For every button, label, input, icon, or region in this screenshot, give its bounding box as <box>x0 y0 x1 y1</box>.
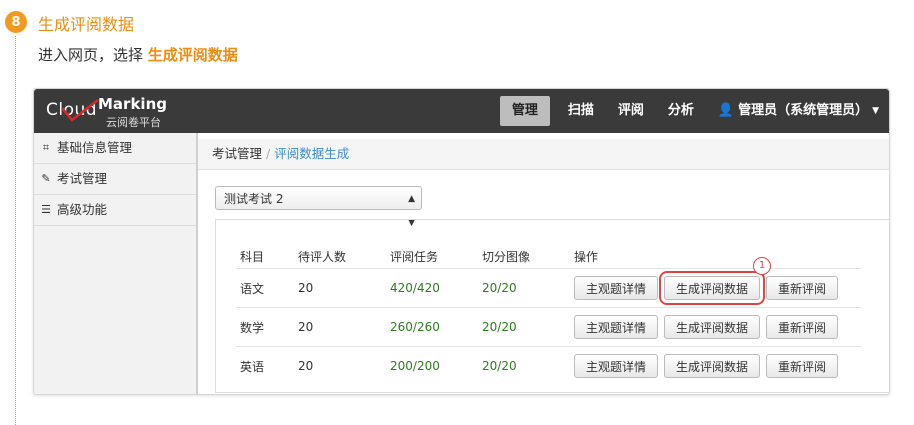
sidebar-item-advanced[interactable]: ☰ 高级功能 <box>34 195 196 226</box>
table-row: 语文 20 420/420 20/20 主观题详情 生成评阅数据 1 重新评阅 <box>236 257 861 308</box>
app-window: Cloud Marking 云阅卷平台 管理 扫描 评阅 分析 👤 管理员（系统… <box>33 88 890 395</box>
sitemap-icon: ⌗ <box>42 141 50 154</box>
sidebar-item-exam-management[interactable]: ✎ 考试管理 <box>34 164 196 195</box>
sidebar-item-basic-info[interactable]: ⌗ 基础信息管理 <box>34 133 196 164</box>
step-title: 生成评阅数据 <box>38 15 135 34</box>
pending-cell: 20 <box>294 268 386 308</box>
sidebar-item-label: 高级功能 <box>57 202 108 217</box>
brand-marking-text: Marking <box>98 95 167 113</box>
brand-logo[interactable]: Cloud Marking 云阅卷平台 <box>46 94 186 129</box>
column-header: 科目 <box>240 249 265 264</box>
images-cell: 20/20 <box>478 307 570 347</box>
step-description-highlight: 生成评阅数据 <box>147 46 238 64</box>
subjective-details-button[interactable]: 主观题详情 <box>574 354 659 378</box>
sidebar-item-label: 考试管理 <box>57 171 108 186</box>
subjective-details-button[interactable]: 主观题详情 <box>574 315 659 339</box>
brand-subtitle: 云阅卷平台 <box>106 116 161 129</box>
checkmark-icon <box>61 99 99 122</box>
column-header: 操作 <box>574 249 599 264</box>
nav-item-manage[interactable]: 管理 <box>499 96 550 126</box>
pending-cell: 20 <box>294 307 386 347</box>
table-row: 数学 20 260/260 20/20 主观题详情 生成评阅数据 重新评阅 <box>236 307 861 347</box>
breadcrumb-current: 评阅数据生成 <box>274 146 350 161</box>
column-header: 切分图像 <box>482 249 531 264</box>
breadcrumb-parent[interactable]: 考试管理 <box>212 146 262 161</box>
breadcrumb: 考试管理 / 评阅数据生成 <box>198 139 889 170</box>
nav-item-review[interactable]: 评阅 <box>606 89 656 133</box>
actions-cell: 主观题详情 生成评阅数据 1 重新评阅 <box>570 257 861 308</box>
subject-panel: 科目 待评人数 评阅任务 切分图像 操作 语文 20 420/420 20/20 <box>215 219 889 393</box>
user-menu[interactable]: 👤 管理员（系统管理员） ▼ <box>706 89 889 133</box>
caret-down-icon: ▼ <box>872 106 879 116</box>
subject-table: 科目 待评人数 评阅任务 切分图像 操作 语文 20 420/420 20/20 <box>236 244 861 385</box>
tasks-cell: 260/260 <box>386 307 478 347</box>
images-cell: 20/20 <box>478 268 570 308</box>
user-icon: 👤 <box>717 103 735 118</box>
step-guide-line <box>15 36 16 425</box>
column-header: 待评人数 <box>298 249 347 264</box>
re-review-button[interactable]: 重新评阅 <box>766 276 839 300</box>
exam-select-value: 测试考试 2 <box>224 192 284 206</box>
callout-marker: 1 <box>753 257 772 275</box>
actions-cell: 主观题详情 生成评阅数据 重新评阅 <box>570 307 861 347</box>
subject-cell: 数学 <box>236 307 294 347</box>
pending-cell: 20 <box>294 346 386 385</box>
generate-review-data-button[interactable]: 生成评阅数据 <box>664 354 761 378</box>
subjective-details-button[interactable]: 主观题详情 <box>574 276 659 300</box>
generate-review-data-label: 生成评阅数据 <box>676 282 749 296</box>
step-number-badge: 8 <box>5 11 27 33</box>
subject-cell: 语文 <box>236 268 294 308</box>
generate-review-data-button[interactable]: 生成评阅数据 <box>664 315 761 339</box>
nav-item-scan[interactable]: 扫描 <box>556 89 606 133</box>
user-name: 管理员（系统管理员） <box>738 103 869 118</box>
main-content: 考试管理 / 评阅数据生成 测试考试 2 ▲ ▼ 科目 待评人数 评阅任务 切分图像 … <box>198 133 889 394</box>
tasks-cell: 200/200 <box>386 346 478 385</box>
sidebar-item-label: 基础信息管理 <box>57 140 133 155</box>
step-description-text: 进入网页，选择 <box>38 46 148 64</box>
list-icon: ☰ <box>41 203 51 216</box>
images-cell: 20/20 <box>478 346 570 385</box>
subject-cell: 英语 <box>236 346 294 385</box>
generate-review-data-button[interactable]: 生成评阅数据 1 <box>659 257 772 305</box>
column-header: 评阅任务 <box>390 249 439 264</box>
actions-cell: 主观题详情 生成评阅数据 重新评阅 <box>570 346 861 385</box>
top-nav: 管理 扫描 评阅 分析 👤 管理员（系统管理员） ▼ <box>499 89 889 133</box>
edit-icon: ✎ <box>41 172 51 185</box>
tasks-cell: 420/420 <box>386 268 478 308</box>
sidebar: ⌗ 基础信息管理 ✎ 考试管理 ☰ 高级功能 <box>34 133 198 394</box>
breadcrumb-separator: / <box>266 146 271 161</box>
navbar: Cloud Marking 云阅卷平台 管理 扫描 评阅 分析 👤 管理员（系统… <box>34 89 889 133</box>
re-review-button[interactable]: 重新评阅 <box>766 315 839 339</box>
re-review-button[interactable]: 重新评阅 <box>766 354 839 378</box>
table-row: 英语 20 200/200 20/20 主观题详情 生成评阅数据 重新评阅 <box>236 346 861 385</box>
step-description: 进入网页，选择 生成评阅数据 <box>38 44 238 65</box>
nav-item-analysis[interactable]: 分析 <box>656 89 706 133</box>
exam-select[interactable]: 测试考试 2 ▲ ▼ <box>215 186 422 228</box>
